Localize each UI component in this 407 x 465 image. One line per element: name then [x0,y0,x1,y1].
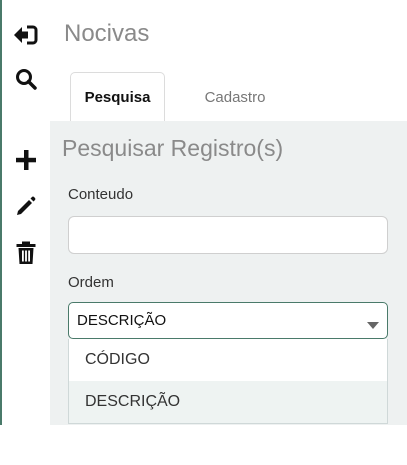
logout-button[interactable] [12,22,40,48]
tab-bar: Pesquisa Cadastro [70,72,390,122]
tab-pesquisa[interactable]: Pesquisa [70,72,165,122]
edit-button[interactable] [12,193,40,219]
search-icon [15,68,37,90]
order-dropdown: CÓDIGO DESCRIÇÃO [68,339,388,424]
add-button[interactable] [12,147,40,173]
search-panel: Pesquisar Registro(s) Conteudo Ordem DES… [50,121,407,425]
app-title: Nocivas [64,20,150,47]
pencil-icon [15,195,37,217]
delete-button[interactable] [12,240,40,266]
content-input[interactable] [68,216,388,254]
order-label: Ordem [68,274,114,291]
plus-icon [15,149,37,171]
panel-title: Pesquisar Registro(s) [62,135,284,161]
search-button[interactable] [12,66,40,92]
order-option-descricao[interactable]: DESCRIÇÃO [69,381,387,423]
sign-out-icon [13,24,39,46]
order-select-value: DESCRIÇÃO [77,312,167,329]
order-select[interactable]: DESCRIÇÃO [68,302,388,339]
trash-icon [16,241,36,265]
left-border [0,0,2,425]
chevron-down-icon [367,317,379,334]
order-option-codigo[interactable]: CÓDIGO [69,339,387,381]
content-label: Conteudo [68,186,134,203]
tab-cadastro[interactable]: Cadastro [180,72,290,122]
